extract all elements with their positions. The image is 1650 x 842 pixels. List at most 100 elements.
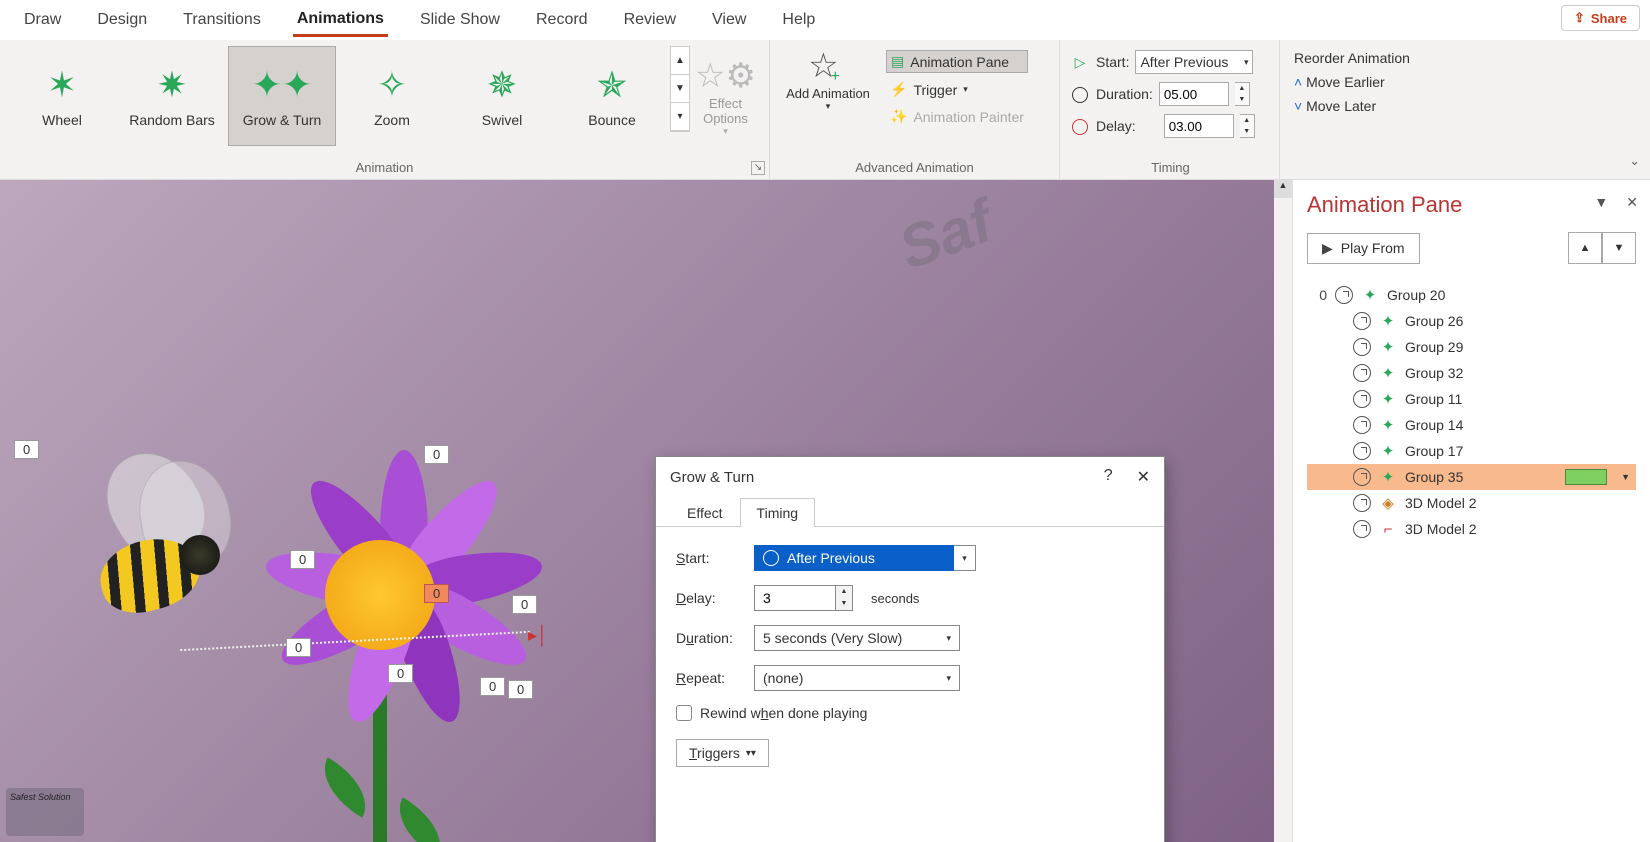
slide-canvas[interactable]: ▲ Saf ▸│ 0 0 (0, 180, 1292, 842)
animation-list-item[interactable]: ✦ Group 11 (1307, 386, 1636, 412)
item-label: Group 29 (1405, 339, 1463, 355)
play-icon: ▶ (1322, 240, 1333, 257)
close-button[interactable]: ✕ (1137, 467, 1150, 487)
move-down-button[interactable]: ▼ (1602, 232, 1636, 264)
anim-zoom[interactable]: ✧Zoom (338, 46, 446, 146)
item-index: 0 (1313, 287, 1327, 303)
anim-label: Wheel (42, 112, 82, 128)
add-animation-label: Add Animation (786, 86, 870, 101)
item-label: Group 11 (1405, 391, 1462, 407)
dialog-tab-effect[interactable]: Effect (670, 498, 740, 527)
delay-spinner[interactable]: ▲▼ (836, 585, 853, 611)
star-icon: ✧ (377, 64, 407, 106)
animation-tag[interactable]: 0 (512, 595, 537, 614)
trigger-button[interactable]: ⚡Trigger▾ (886, 79, 1028, 100)
animation-list-item[interactable]: ✦Group 26 (1307, 308, 1636, 334)
duration-select[interactable]: 5 seconds (Very Slow)▾ (754, 625, 960, 651)
gallery-scroll-up[interactable]: ▲ (671, 47, 689, 75)
animation-list-item[interactable]: ✦Group 29 (1307, 334, 1636, 360)
tab-animations[interactable]: Animations (293, 4, 388, 37)
animation-list-item[interactable]: ✦Group 14 (1307, 412, 1636, 438)
animation-tag[interactable]: 0 (508, 680, 533, 699)
animation-list-item[interactable]: ✦Group 32 (1307, 360, 1636, 386)
help-button[interactable]: ? (1104, 467, 1113, 487)
triggers-button[interactable]: Triggers ▾▾ (676, 739, 769, 767)
animation-dialog-launcher[interactable]: ↘ (751, 161, 765, 175)
animation-tag[interactable]: 0 (14, 440, 39, 459)
anim-bounce[interactable]: ✯Bounce (558, 46, 666, 146)
item-label: 3D Model 2 (1405, 495, 1477, 511)
animation-list-item[interactable]: ⌐3D Model 2 (1307, 516, 1636, 542)
animation-tag[interactable]: 0 (290, 550, 315, 569)
delay-input[interactable] (1164, 114, 1234, 138)
start-select[interactable]: After Previous (754, 545, 954, 571)
dialog-titlebar[interactable]: Grow & Turn ? ✕ (656, 457, 1164, 497)
gallery-expand[interactable]: ▾ (671, 103, 689, 131)
anim-random-bars[interactable]: ✷Random Bars (118, 46, 226, 146)
move-earlier-button[interactable]: ˄ Move Earlier (1294, 70, 1385, 94)
dialog-tab-timing[interactable]: Timing (740, 498, 816, 527)
pane-options-button[interactable]: ▼ (1594, 194, 1608, 211)
start-dropdown-button[interactable]: ▾ (954, 545, 976, 571)
anim-label: Swivel (482, 112, 522, 128)
animation-tag-selected[interactable]: 0 (424, 584, 449, 603)
clock-icon (1353, 390, 1371, 408)
tab-help[interactable]: Help (778, 5, 819, 35)
main-area: ▲ Saf ▸│ 0 0 (0, 180, 1650, 842)
move-later-button[interactable]: ˅ Move Later (1294, 94, 1376, 118)
animation-list-item[interactable]: ◈3D Model 2 (1307, 490, 1636, 516)
gallery-scroll-down[interactable]: ▼ (671, 75, 689, 103)
chevron-down-icon[interactable]: ▼ (1621, 472, 1630, 482)
rewind-checkbox[interactable] (676, 705, 692, 721)
item-label: Group 14 (1405, 417, 1463, 433)
move-up-button[interactable]: ▲ (1568, 232, 1602, 264)
ribbon-collapse-button[interactable]: ⌄ (1629, 153, 1640, 169)
bee-shape[interactable] (70, 470, 260, 660)
animation-pane-label: Animation Pane (910, 54, 1009, 70)
tab-review[interactable]: Review (620, 5, 680, 35)
star-icon: ✦ (1379, 390, 1397, 408)
chevron-down-icon: ▾ (723, 126, 728, 137)
scroll-up-button[interactable]: ▲ (1274, 180, 1292, 198)
delay-label: Delay: (676, 590, 754, 606)
animation-list-item[interactable]: ✦Group 35▼ (1307, 464, 1636, 490)
star-plus-icon: ☆+ (808, 46, 848, 86)
tab-record[interactable]: Record (532, 5, 592, 35)
animation-list-item[interactable]: ✦Group 17 (1307, 438, 1636, 464)
vertical-scrollbar[interactable]: ▲ (1274, 180, 1292, 842)
clock-icon (763, 550, 779, 566)
duration-input[interactable] (1159, 82, 1229, 106)
tab-view[interactable]: View (708, 5, 750, 35)
pane-close-button[interactable]: ✕ (1626, 194, 1638, 211)
tab-design[interactable]: Design (93, 5, 151, 35)
add-animation-button[interactable]: ☆+ Add Animation ▾ (778, 46, 878, 112)
tab-transitions[interactable]: Transitions (179, 5, 265, 35)
animation-tag[interactable]: 0 (388, 664, 413, 683)
tab-slide-show[interactable]: Slide Show (416, 5, 504, 35)
play-from-button[interactable]: ▶ Play From (1307, 233, 1420, 264)
animation-tag[interactable]: 0 (480, 677, 505, 696)
path-icon: ⌐ (1379, 521, 1397, 538)
delay-input[interactable] (754, 585, 836, 611)
anim-swivel[interactable]: ✵Swivel (448, 46, 556, 146)
animation-tag[interactable]: 0 (286, 638, 311, 657)
share-button[interactable]: ⇪ Share (1561, 5, 1640, 31)
group-label: Animation (8, 158, 761, 177)
clock-icon (1353, 494, 1371, 512)
start-label: Start: (676, 550, 754, 566)
duration-label: Duration: (676, 630, 754, 646)
duration-spinner[interactable]: ▲▼ (1235, 82, 1250, 106)
animation-tag[interactable]: 0 (424, 445, 449, 464)
start-value: After Previous (1140, 54, 1228, 70)
anim-grow-turn[interactable]: ✦✦Grow & Turn (228, 46, 336, 146)
anim-wheel[interactable]: ✶Wheel (8, 46, 116, 146)
repeat-select[interactable]: (none)▾ (754, 665, 960, 691)
dialog-content: Start: After Previous ▾ Delay: ▲▼ second… (656, 527, 1164, 842)
chevron-down-icon: ▾ (1244, 57, 1249, 68)
tab-draw[interactable]: Draw (20, 5, 65, 35)
animation-pane-button[interactable]: ▤Animation Pane (886, 50, 1028, 73)
animation-list-item[interactable]: 0✦Group 20 (1307, 282, 1636, 308)
start-select[interactable]: After Previous ▾ (1135, 50, 1253, 74)
delay-spinner[interactable]: ▲▼ (1240, 114, 1255, 138)
animation-pane: ▼ ✕ Animation Pane ▶ Play From ▲ ▼ 0✦Gro… (1292, 180, 1650, 842)
